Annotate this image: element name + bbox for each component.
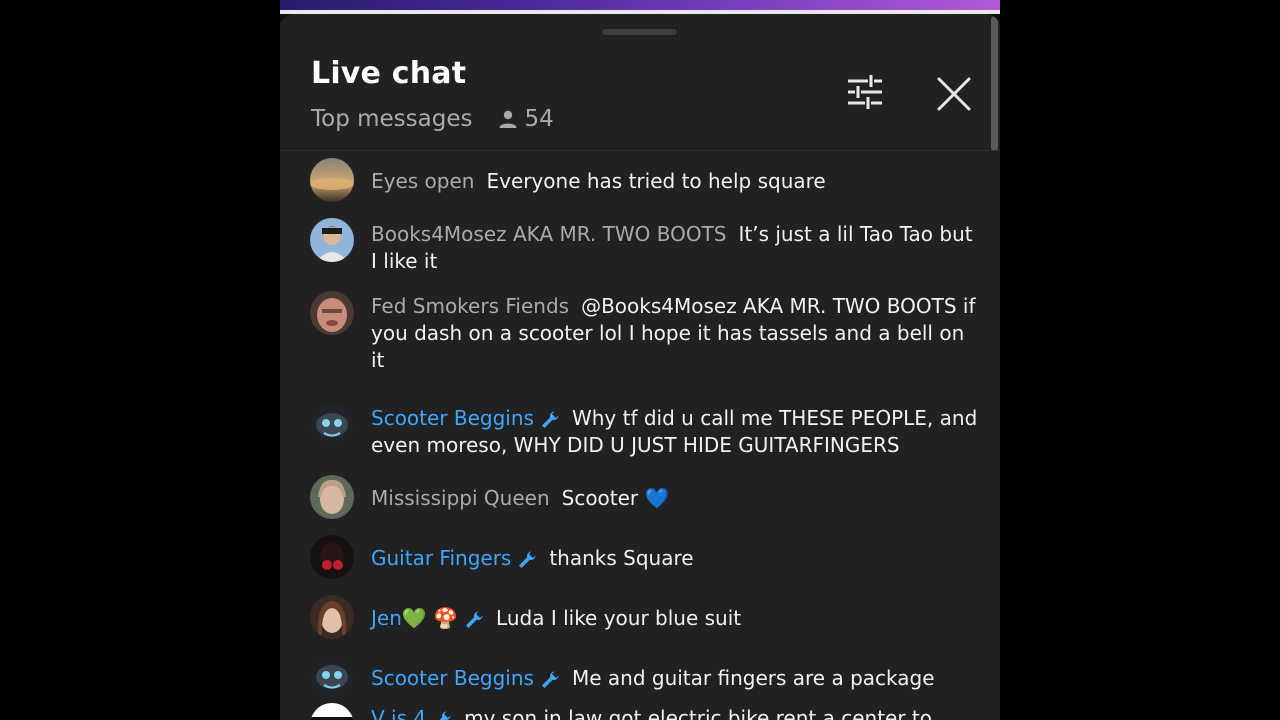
chat-mode-selector[interactable]: Top messages: [311, 106, 472, 132]
close-button[interactable]: [936, 76, 972, 112]
avatar[interactable]: [310, 703, 354, 720]
message-text-row: Jen💚 🍄 Luda I like your blue suit: [371, 605, 981, 632]
message-body: my son in law got electric bike rent a c…: [464, 706, 932, 720]
chat-header: Live chat Top messages 54: [280, 14, 1000, 151]
author-name[interactable]: Jen💚 🍄: [371, 606, 484, 630]
message-text-row: Guitar Fingers thanks Square: [371, 545, 981, 572]
message-text-row: Scooter Beggins Why tf did u call me THES…: [371, 405, 981, 459]
avatar[interactable]: [310, 475, 354, 519]
viewer-count-value: 54: [524, 106, 554, 132]
tune-icon: [848, 75, 882, 109]
avatar[interactable]: [310, 403, 354, 447]
wrench-icon: [519, 551, 536, 568]
avatar[interactable]: [310, 158, 354, 202]
message-body: Scooter 💙: [561, 486, 670, 510]
message-text-row: V is 4 my son in law got electric bike re…: [371, 705, 981, 720]
viewer-count: 54: [498, 106, 554, 132]
message-body: Luda I like your blue suit: [496, 606, 742, 630]
avatar[interactable]: [310, 218, 354, 262]
author-name[interactable]: Eyes open: [371, 169, 474, 193]
avatar[interactable]: [310, 595, 354, 639]
message-text-row: Scooter Beggins Me and guitar fingers are…: [371, 665, 981, 692]
message-body: thanks Square: [549, 546, 694, 570]
message-text-row: Fed Smokers Fiends @Books4Mosez AKA MR. T…: [371, 293, 981, 374]
chat-title: Live chat: [311, 56, 467, 91]
author-name[interactable]: Guitar Fingers: [371, 546, 537, 570]
live-chat-panel: Live chat Top messages 54 Eyes open Ever…: [280, 14, 1000, 720]
message-text-row: Mississippi Queen Scooter 💙: [371, 485, 981, 512]
close-icon: [937, 77, 971, 111]
author-name[interactable]: Fed Smokers Fiends: [371, 294, 569, 318]
message-text-row: Eyes open Everyone has tried to help squa…: [371, 168, 981, 195]
author-name[interactable]: V is 4: [371, 706, 452, 720]
message-body: Everyone has tried to help square: [486, 169, 826, 193]
filter-button[interactable]: [846, 74, 884, 110]
phone-screen: Live chat Top messages 54 Eyes open Ever…: [280, 0, 1000, 720]
message-text-row: Books4Mosez AKA MR. TWO BOOTS It’s just a…: [371, 221, 981, 275]
wrench-icon: [541, 671, 559, 688]
author-name[interactable]: Scooter Beggins: [371, 406, 560, 430]
avatar[interactable]: [310, 535, 354, 579]
video-strip: [280, 0, 1000, 14]
avatar[interactable]: [310, 655, 354, 699]
author-name[interactable]: Scooter Beggins: [371, 666, 560, 690]
wrench-icon: [466, 611, 483, 628]
avatar[interactable]: [310, 291, 354, 335]
chat-mode-row: Top messages 54: [311, 106, 554, 132]
wrench-icon: [541, 411, 559, 428]
person-icon: [499, 110, 517, 128]
author-name[interactable]: Books4Mosez AKA MR. TWO BOOTS: [371, 222, 727, 246]
author-name[interactable]: Mississippi Queen: [371, 486, 550, 510]
message-body: Me and guitar fingers are a package: [571, 666, 935, 690]
wrench-icon: [439, 711, 451, 720]
